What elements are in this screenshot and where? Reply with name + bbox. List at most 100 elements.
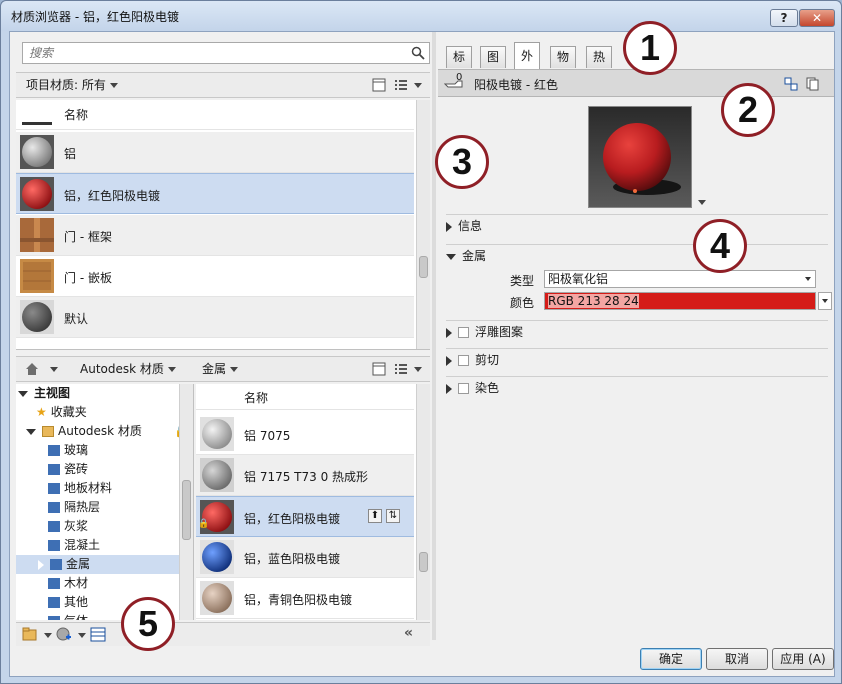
relief-checkbox[interactable] <box>458 327 469 338</box>
home-icon[interactable] <box>24 361 40 377</box>
chevron-down-icon[interactable] <box>414 367 422 372</box>
scrollbar-thumb[interactable] <box>419 552 428 572</box>
breadcrumb-category[interactable]: 金属 <box>196 357 244 381</box>
view-options-icon[interactable] <box>394 362 408 376</box>
expand-icon[interactable] <box>18 390 28 397</box>
tree-item-wood[interactable]: 木材 <box>48 574 193 593</box>
tab-graphics[interactable]: 图形 <box>480 46 507 84</box>
list-item[interactable]: 铝，青铜色阳极电镀 <box>196 578 414 619</box>
tab-thermal[interactable]: 热度 <box>586 46 613 84</box>
chevron-down-icon[interactable] <box>414 83 422 88</box>
type-dropdown[interactable]: 阳极氧化铝 <box>544 270 816 288</box>
duplicate-asset-icon[interactable] <box>806 77 820 91</box>
ok-button[interactable]: 确定 <box>640 648 702 670</box>
tree-scrollbar[interactable] <box>179 384 193 620</box>
section-relief[interactable]: 浮雕图案 <box>446 320 828 342</box>
panel-layout-icon[interactable] <box>372 362 386 376</box>
cancel-button[interactable]: 取消 <box>706 648 768 670</box>
project-filter-dropdown[interactable]: 项目材质: 所有 <box>20 73 124 97</box>
material-name: 铝 <box>64 147 77 161</box>
title-bar: 材质浏览器 - 铝，红色阳极电镀 ? ✕ <box>1 1 841 31</box>
category-icon <box>48 483 60 494</box>
breadcrumb-category-label: 金属 <box>202 362 227 376</box>
tree-item-home[interactable]: 主视图 <box>18 384 188 403</box>
list-item[interactable]: 默认 <box>16 297 414 338</box>
search-icon[interactable] <box>411 46 425 60</box>
section-label: 浮雕图案 <box>475 325 524 339</box>
section-info[interactable]: 信息 <box>446 214 828 236</box>
chevron-down-icon[interactable] <box>78 633 86 638</box>
tab-identity[interactable]: 标识 <box>446 46 473 84</box>
tree-item-mortar[interactable]: 灰浆 <box>48 517 193 536</box>
list-item-selected[interactable]: 🔒 铝，红色阳极电镀 ⬆ ⇅ <box>196 496 414 537</box>
list-item[interactable]: 铝 7075 <box>196 414 414 455</box>
section-metal[interactable]: 金属 <box>446 244 828 266</box>
expand-icon[interactable] <box>26 428 36 435</box>
expand-icon[interactable] <box>446 355 452 366</box>
library-list-scrollbar[interactable] <box>416 384 430 620</box>
material-name: 铝，红色阳极电镀 <box>244 512 341 526</box>
tree-item-favorites[interactable]: ★ 收藏夹 <box>36 403 193 422</box>
asset-browser-icon[interactable] <box>90 627 106 642</box>
tree-item-label: 气体 <box>64 614 88 620</box>
chevron-down-icon[interactable] <box>50 367 58 372</box>
list-item-selected[interactable]: 铝，红色阳极电镀 <box>16 173 414 214</box>
panel-layout-icon[interactable] <box>372 78 386 92</box>
category-icon <box>48 616 60 620</box>
cutout-checkbox[interactable] <box>458 355 469 366</box>
section-cutout[interactable]: 剪切 <box>446 348 828 370</box>
chevron-down-icon[interactable] <box>44 633 52 638</box>
tree-item-glass[interactable]: 玻璃 <box>48 441 193 460</box>
tree-item-metal[interactable]: 金属 <box>16 555 186 574</box>
scrollbar-thumb[interactable] <box>182 480 191 540</box>
material-thumbnail <box>20 177 54 211</box>
material-browser-window: 材质浏览器 - 铝，红色阳极电镀 ? ✕ 项目材质: 所有 名称 <box>0 0 842 684</box>
tree-item-autodesk[interactable]: Autodesk 材质🔒 <box>26 422 193 441</box>
tree-item-insulation[interactable]: 隔热层 <box>48 498 193 517</box>
view-options-icon[interactable] <box>394 78 408 92</box>
replace-asset-icon[interactable] <box>784 77 798 91</box>
tree-item-tile[interactable]: 瓷砖 <box>48 460 193 479</box>
list-item[interactable]: 铝 7175 T73 0 热成形 <box>196 455 414 496</box>
list-item[interactable]: 门 - 嵌板 <box>16 256 414 297</box>
expand-icon[interactable] <box>446 221 452 232</box>
header-swatch <box>22 122 52 125</box>
replace-material-icon[interactable]: ⇅ <box>386 509 400 523</box>
color-options-button[interactable] <box>818 292 832 310</box>
breadcrumb-library[interactable]: Autodesk 材质 <box>74 357 182 381</box>
column-header-name[interactable]: 名称 <box>244 389 268 406</box>
column-header-name[interactable]: 名称 <box>64 106 88 123</box>
tree-item-other[interactable]: 其他 <box>48 593 193 612</box>
pane-splitter[interactable] <box>432 32 436 640</box>
scrollbar-thumb[interactable] <box>419 256 428 278</box>
collapse-icon[interactable] <box>446 253 456 260</box>
apply-button[interactable]: 应用 (A) <box>772 648 834 670</box>
material-list-scrollbar[interactable] <box>416 100 430 349</box>
create-material-icon[interactable] <box>56 627 72 643</box>
dialog-client: 项目材质: 所有 名称 铝 铝，红色阳极电镀 <box>9 31 835 677</box>
expand-icon[interactable] <box>446 383 452 394</box>
library-material-list: 名称 铝 7075 铝 7175 T73 0 热成形 🔒 铝，红色阳极电镀 ⬆ … <box>196 384 430 620</box>
tint-checkbox[interactable] <box>458 383 469 394</box>
add-to-document-icon[interactable]: ⬆ <box>368 509 382 523</box>
preview-options-chevron-icon[interactable] <box>698 200 706 205</box>
material-preview[interactable] <box>588 106 692 208</box>
tab-physical[interactable]: 物理 <box>550 46 577 84</box>
expand-icon[interactable] <box>38 559 44 570</box>
category-icon <box>48 502 60 513</box>
tree-item-flooring[interactable]: 地板材料 <box>48 479 193 498</box>
list-item[interactable]: 铝 <box>16 132 414 173</box>
material-thumbnail <box>200 458 234 492</box>
color-swatch-field[interactable]: RGB 213 28 24 <box>544 292 816 310</box>
search-input[interactable] <box>27 44 397 62</box>
tab-appearance[interactable]: 外观 <box>514 42 541 89</box>
section-tint[interactable]: 染色 <box>446 376 828 398</box>
list-item[interactable]: 铝，蓝色阳极电镀 <box>196 537 414 578</box>
list-item[interactable]: 门 - 框架 <box>16 215 414 256</box>
library-folder-icon[interactable] <box>22 627 38 642</box>
help-button[interactable]: ? <box>770 9 798 27</box>
close-button[interactable]: ✕ <box>799 9 835 27</box>
collapse-library-icon[interactable]: « <box>404 625 413 641</box>
expand-icon[interactable] <box>446 327 452 338</box>
tree-item-concrete[interactable]: 混凝土 <box>48 536 193 555</box>
